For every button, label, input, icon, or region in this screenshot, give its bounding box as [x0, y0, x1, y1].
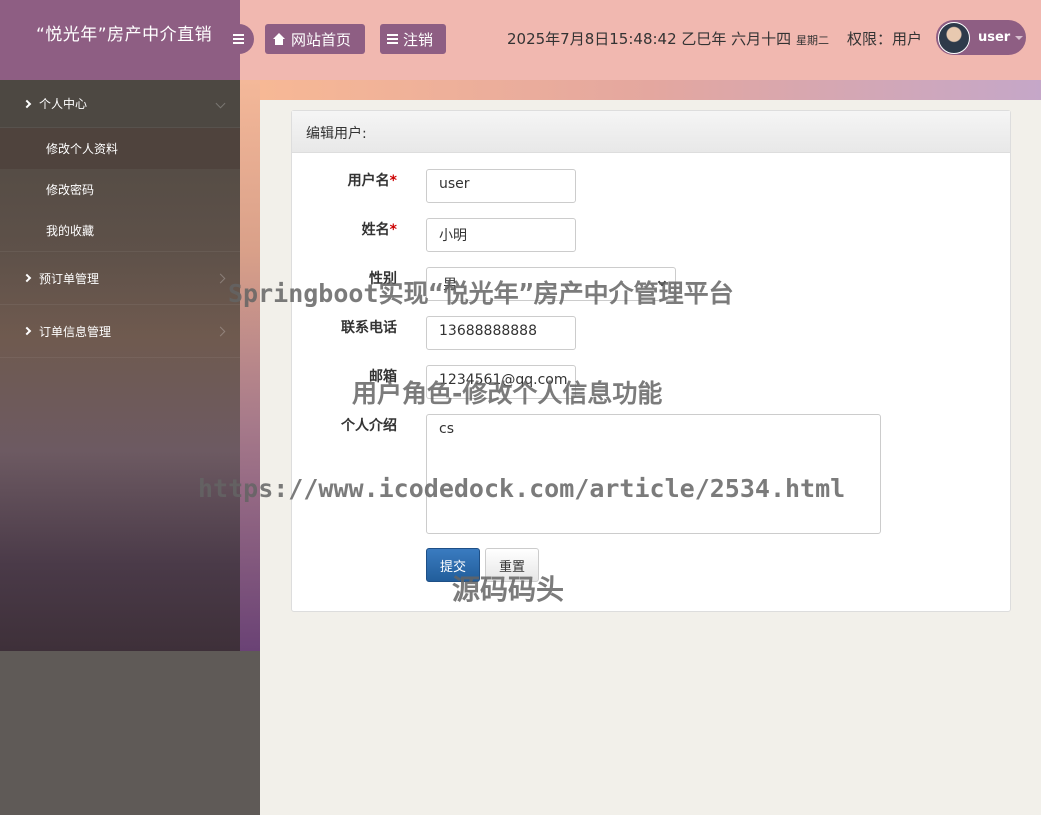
datetime-display: 2025年7月8日15:48:42 乙巳年 六月十四 星期二	[507, 28, 829, 49]
brand: “悦光年”房产中介直销	[0, 0, 240, 80]
chevron-right-small-icon	[215, 273, 226, 283]
datetime-text: 2025年7月8日15:48:42 乙巳年 六月十四	[507, 30, 792, 48]
intro-textarea[interactable]: cs	[426, 414, 881, 534]
user-name: user	[978, 30, 1011, 45]
chevron-down-icon	[657, 277, 667, 287]
chevron-right-small-icon	[215, 326, 226, 336]
sidebar-item-label: 修改密码	[46, 183, 95, 197]
username-label: 用户名*	[347, 173, 397, 189]
logout-button-label: 注销	[403, 30, 434, 49]
chevron-right-icon	[22, 326, 32, 336]
sidebar-group-personal-center[interactable]: 个人中心	[0, 80, 240, 128]
sidebar-item-edit-profile[interactable]: 修改个人资料	[0, 128, 240, 169]
chevron-right-icon	[22, 273, 32, 283]
sidebar-group-label: 预订单管理	[39, 271, 100, 286]
edit-user-panel: 编辑用户: 用户名* user 姓名* 小明 性别 男 联系电话 1368888…	[291, 110, 1011, 612]
avatar	[938, 21, 970, 54]
brand-title: “悦光年”房产中介直销	[36, 25, 213, 45]
sidebar-group-orders[interactable]: 订单信息管理	[0, 305, 240, 358]
name-label: 姓名*	[361, 222, 397, 238]
home-button-label: 网站首页	[291, 30, 352, 49]
sidebar-group-reservations[interactable]: 预订单管理	[0, 251, 240, 305]
sidebar-item-my-favorites[interactable]: 我的收藏	[0, 210, 240, 251]
sidebar-group-label: 个人中心	[39, 97, 88, 111]
gender-select-value: 男	[443, 277, 457, 293]
phone-input[interactable]: 13688888888	[426, 316, 576, 350]
hamburger-icon	[232, 34, 244, 44]
sidebar-toggle-button[interactable]	[222, 24, 254, 54]
logout-button[interactable]: 注销	[380, 24, 446, 54]
chevron-down-icon	[215, 98, 226, 109]
sidebar-group-label: 订单信息管理	[39, 324, 112, 339]
phone-label: 联系电话	[341, 320, 397, 336]
username-input[interactable]: user	[426, 169, 576, 203]
weekday-text: 星期二	[795, 34, 829, 47]
intro-label: 个人介绍	[341, 418, 397, 434]
sidebar-item-change-password[interactable]: 修改密码	[0, 169, 240, 210]
content-top-strip	[260, 80, 1041, 100]
sidebar-decoration	[240, 80, 260, 651]
sidebar-item-label: 修改个人资料	[46, 142, 119, 156]
email-label: 邮箱	[369, 369, 397, 385]
email-input[interactable]: 1234561@qq.com	[426, 365, 576, 399]
reset-button[interactable]: 重置	[485, 548, 539, 582]
sidebar-item-label: 我的收藏	[46, 224, 95, 238]
caret-down-icon	[1015, 35, 1024, 40]
gender-select[interactable]: 男	[426, 267, 676, 301]
panel-title: 编辑用户:	[292, 111, 1010, 153]
permission-text: 权限：用户	[847, 30, 923, 48]
user-menu[interactable]: user	[936, 20, 1026, 55]
gender-label: 性别	[369, 271, 397, 287]
home-icon	[272, 33, 286, 45]
list-icon	[387, 34, 398, 44]
sidebar: 个人中心 修改个人资料 修改密码 我的收藏 预订单管理 订单信息管理	[0, 80, 240, 651]
home-button[interactable]: 网站首页	[265, 24, 365, 54]
submit-button[interactable]: 提交	[426, 548, 480, 582]
name-input[interactable]: 小明	[426, 218, 576, 252]
chevron-right-icon	[22, 99, 32, 108]
